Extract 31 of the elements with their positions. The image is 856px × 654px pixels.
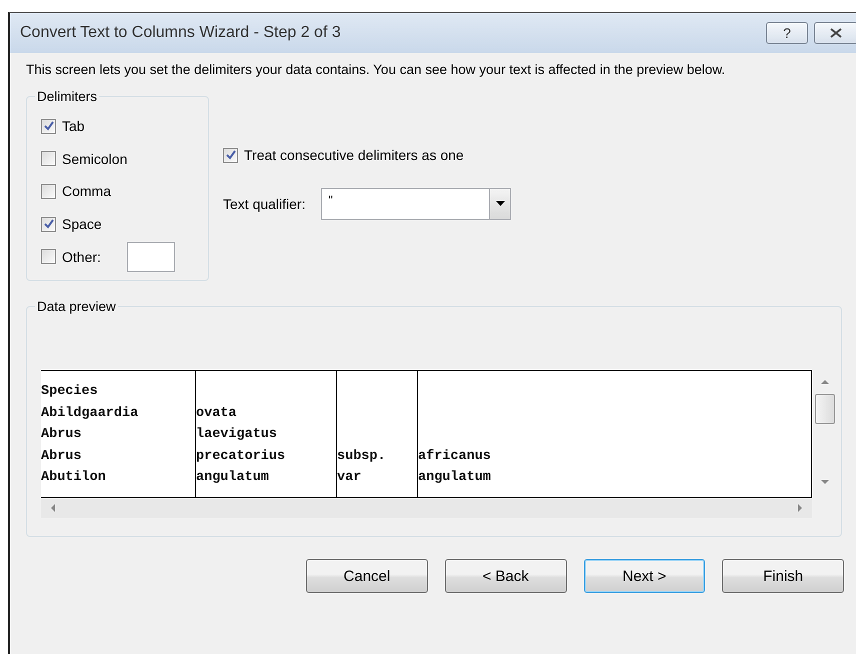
dropdown-value: " — [327, 192, 334, 209]
wizard-button[interactable]: Next > — [584, 559, 706, 593]
checkbox-label[interactable]: Other: — [62, 248, 101, 265]
preview-cell-text: angulatum — [418, 469, 492, 487]
group-title: Data preview — [36, 299, 117, 314]
preview-cell-text: Abutilon — [41, 469, 107, 487]
preview-cell-text: Abildgaardia — [41, 404, 140, 422]
checkbox-label[interactable]: Comma — [62, 183, 112, 200]
preview-cell-text: Abrus — [41, 426, 83, 444]
checkbox-label[interactable]: Treat consecutive delimiters as one — [244, 147, 464, 164]
group-title: Delimiters — [36, 89, 98, 104]
window-title: Convert Text to Columns Wizard - Step 2 of 3 — [20, 24, 342, 42]
checkbox-label[interactable]: Tab — [62, 118, 85, 134]
preview-cell-text: angulatum — [196, 469, 270, 487]
wizard-button[interactable]: Cancel — [306, 559, 428, 593]
preview-cell-text: precatorius — [196, 448, 286, 466]
preview-cell-text: africanus — [418, 448, 492, 466]
wizard-button[interactable]: < Back — [444, 559, 566, 593]
checkbox-label[interactable]: Semicolon — [62, 150, 128, 167]
checkbox-label[interactable]: Space — [62, 216, 102, 232]
qualifier-dropdown[interactable]: " — [321, 188, 512, 220]
preview-cell-text: subsp. — [337, 448, 387, 466]
preview-cell-text: Species — [41, 383, 99, 401]
preview-cell-text: Abrus — [41, 448, 83, 466]
field-label: Text qualifier: — [223, 196, 306, 212]
preview-cell-text: laevigatus — [196, 426, 278, 444]
instructions-text: This screen lets you set the delimiters your data contains. You can see how your text is affected in the preview below. — [26, 61, 726, 79]
preview-cell-text: var — [337, 469, 362, 487]
preview-cell-text: ovata — [196, 404, 238, 422]
help-button[interactable]: ? — [766, 22, 808, 44]
wizard-button[interactable]: Finish — [722, 559, 844, 593]
